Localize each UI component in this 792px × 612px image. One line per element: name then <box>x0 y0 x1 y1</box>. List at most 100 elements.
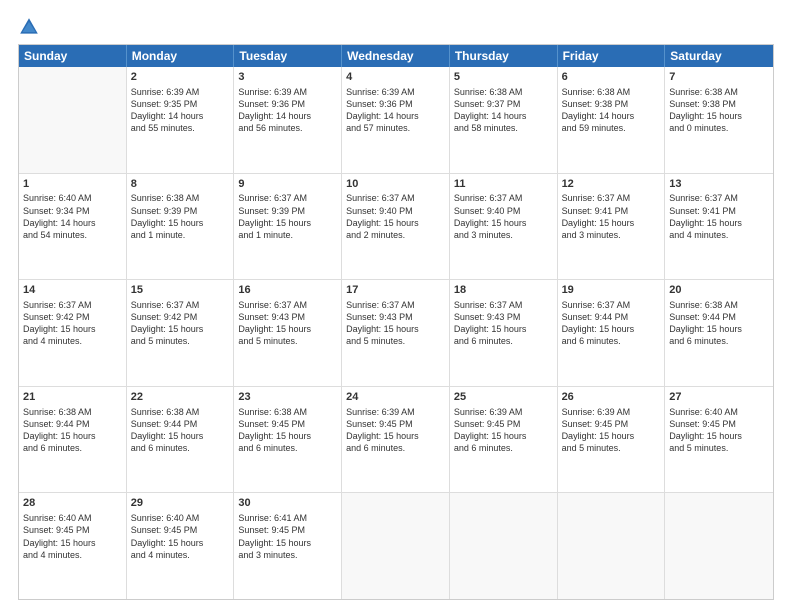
calendar-cell: 10Sunrise: 6:37 AMSunset: 9:40 PMDayligh… <box>342 174 450 280</box>
day-info: Daylight: 14 hours <box>238 110 337 122</box>
day-info: Sunrise: 6:37 AM <box>562 192 661 204</box>
day-info: Daylight: 14 hours <box>562 110 661 122</box>
day-info: Daylight: 14 hours <box>346 110 445 122</box>
day-info: Sunset: 9:38 PM <box>669 98 769 110</box>
day-info: Sunrise: 6:37 AM <box>238 192 337 204</box>
day-info: Sunset: 9:43 PM <box>454 311 553 323</box>
day-info: Sunset: 9:39 PM <box>238 205 337 217</box>
calendar-cell: 11Sunrise: 6:37 AMSunset: 9:40 PMDayligh… <box>450 174 558 280</box>
calendar-cell: 14Sunrise: 6:37 AMSunset: 9:42 PMDayligh… <box>19 280 127 386</box>
day-number: 10 <box>346 177 445 192</box>
day-number: 2 <box>131 70 230 85</box>
day-info: Sunset: 9:43 PM <box>346 311 445 323</box>
calendar-cell: 6Sunrise: 6:38 AMSunset: 9:38 PMDaylight… <box>558 67 666 173</box>
day-info: Sunrise: 6:38 AM <box>131 192 230 204</box>
day-info: Sunrise: 6:37 AM <box>23 299 122 311</box>
day-info: and 6 minutes. <box>238 442 337 454</box>
day-info: Daylight: 15 hours <box>346 217 445 229</box>
day-info: Daylight: 14 hours <box>23 217 122 229</box>
day-info: Sunrise: 6:39 AM <box>238 86 337 98</box>
day-info: Daylight: 15 hours <box>669 323 769 335</box>
calendar-cell: 9Sunrise: 6:37 AMSunset: 9:39 PMDaylight… <box>234 174 342 280</box>
day-number: 18 <box>454 283 553 298</box>
day-info: Sunrise: 6:37 AM <box>346 299 445 311</box>
day-number: 28 <box>23 496 122 511</box>
day-info: Daylight: 15 hours <box>23 537 122 549</box>
header-day: Saturday <box>665 45 773 67</box>
day-info: Daylight: 15 hours <box>131 323 230 335</box>
day-info: and 2 minutes. <box>346 229 445 241</box>
day-info: and 3 minutes. <box>238 549 337 561</box>
day-info: Sunset: 9:38 PM <box>562 98 661 110</box>
day-info: Sunset: 9:34 PM <box>23 205 122 217</box>
calendar-cell <box>450 493 558 599</box>
calendar-row: 2Sunrise: 6:39 AMSunset: 9:35 PMDaylight… <box>19 67 773 174</box>
day-info: Sunset: 9:44 PM <box>23 418 122 430</box>
calendar-cell: 25Sunrise: 6:39 AMSunset: 9:45 PMDayligh… <box>450 387 558 493</box>
day-info: Daylight: 15 hours <box>23 323 122 335</box>
calendar-cell: 2Sunrise: 6:39 AMSunset: 9:35 PMDaylight… <box>127 67 235 173</box>
day-number: 23 <box>238 390 337 405</box>
day-info: and 5 minutes. <box>669 442 769 454</box>
calendar-cell: 24Sunrise: 6:39 AMSunset: 9:45 PMDayligh… <box>342 387 450 493</box>
calendar-cell <box>19 67 127 173</box>
day-info: Daylight: 14 hours <box>131 110 230 122</box>
day-number: 14 <box>23 283 122 298</box>
day-info: Daylight: 15 hours <box>562 323 661 335</box>
day-info: Daylight: 15 hours <box>238 217 337 229</box>
day-info: Sunrise: 6:40 AM <box>23 512 122 524</box>
day-number: 13 <box>669 177 769 192</box>
day-info: Sunrise: 6:39 AM <box>131 86 230 98</box>
calendar-cell: 18Sunrise: 6:37 AMSunset: 9:43 PMDayligh… <box>450 280 558 386</box>
day-info: and 6 minutes. <box>131 442 230 454</box>
day-info: Sunrise: 6:40 AM <box>23 192 122 204</box>
calendar-cell: 20Sunrise: 6:38 AMSunset: 9:44 PMDayligh… <box>665 280 773 386</box>
calendar-cell: 4Sunrise: 6:39 AMSunset: 9:36 PMDaylight… <box>342 67 450 173</box>
day-info: Daylight: 15 hours <box>454 217 553 229</box>
calendar-cell: 16Sunrise: 6:37 AMSunset: 9:43 PMDayligh… <box>234 280 342 386</box>
day-info: Daylight: 15 hours <box>562 217 661 229</box>
day-info: Daylight: 15 hours <box>669 110 769 122</box>
day-info: Sunset: 9:40 PM <box>454 205 553 217</box>
day-info: Sunrise: 6:40 AM <box>669 406 769 418</box>
calendar-cell: 12Sunrise: 6:37 AMSunset: 9:41 PMDayligh… <box>558 174 666 280</box>
logo-icon <box>18 16 40 38</box>
day-info: Daylight: 14 hours <box>454 110 553 122</box>
day-number: 16 <box>238 283 337 298</box>
day-number: 1 <box>23 177 122 192</box>
day-info: and 5 minutes. <box>131 335 230 347</box>
day-info: Daylight: 15 hours <box>454 323 553 335</box>
day-info: Daylight: 15 hours <box>562 430 661 442</box>
calendar-row: 28Sunrise: 6:40 AMSunset: 9:45 PMDayligh… <box>19 493 773 599</box>
day-info: Sunrise: 6:39 AM <box>454 406 553 418</box>
day-info: Daylight: 15 hours <box>454 430 553 442</box>
day-info: Sunset: 9:44 PM <box>669 311 769 323</box>
day-info: and 6 minutes. <box>669 335 769 347</box>
day-number: 12 <box>562 177 661 192</box>
day-info: Sunrise: 6:37 AM <box>562 299 661 311</box>
calendar-cell: 1Sunrise: 6:40 AMSunset: 9:34 PMDaylight… <box>19 174 127 280</box>
day-info: Sunrise: 6:37 AM <box>454 192 553 204</box>
day-number: 24 <box>346 390 445 405</box>
day-info: Sunrise: 6:40 AM <box>131 512 230 524</box>
day-info: Sunset: 9:42 PM <box>23 311 122 323</box>
day-number: 7 <box>669 70 769 85</box>
calendar-row: 21Sunrise: 6:38 AMSunset: 9:44 PMDayligh… <box>19 387 773 494</box>
day-info: and 6 minutes. <box>23 442 122 454</box>
day-info: and 5 minutes. <box>346 335 445 347</box>
header-day: Sunday <box>19 45 127 67</box>
page: SundayMondayTuesdayWednesdayThursdayFrid… <box>0 0 792 612</box>
day-info: and 4 minutes. <box>669 229 769 241</box>
day-info: Sunset: 9:36 PM <box>346 98 445 110</box>
day-info: and 5 minutes. <box>238 335 337 347</box>
day-info: Sunset: 9:45 PM <box>454 418 553 430</box>
calendar-cell: 26Sunrise: 6:39 AMSunset: 9:45 PMDayligh… <box>558 387 666 493</box>
calendar-cell: 19Sunrise: 6:37 AMSunset: 9:44 PMDayligh… <box>558 280 666 386</box>
day-info: Sunrise: 6:41 AM <box>238 512 337 524</box>
header-day: Wednesday <box>342 45 450 67</box>
day-info: and 6 minutes. <box>454 442 553 454</box>
day-info: and 55 minutes. <box>131 122 230 134</box>
calendar-cell: 15Sunrise: 6:37 AMSunset: 9:42 PMDayligh… <box>127 280 235 386</box>
day-number: 20 <box>669 283 769 298</box>
day-info: Sunset: 9:45 PM <box>669 418 769 430</box>
